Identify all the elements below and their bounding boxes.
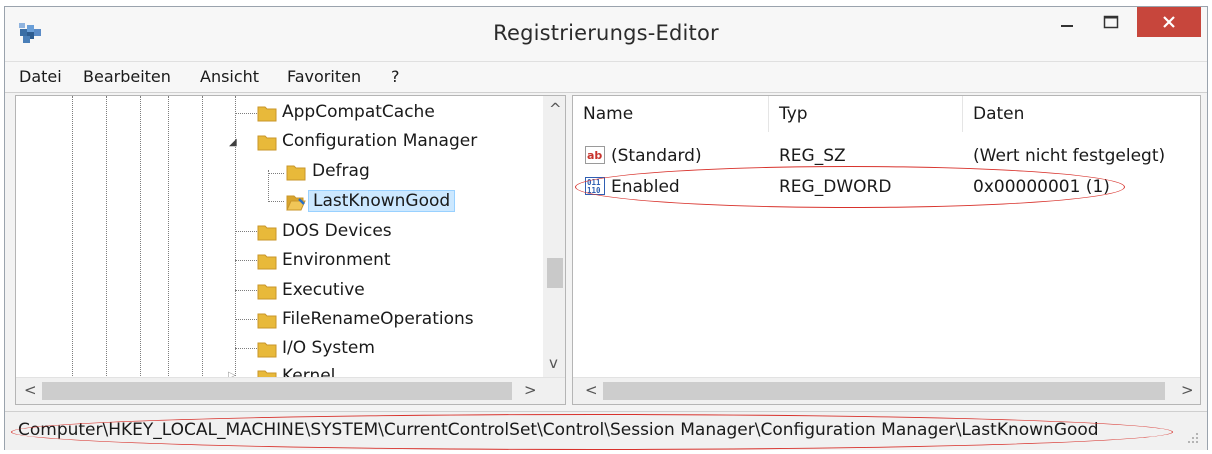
binary-value-icon: 011 110 [585, 177, 605, 195]
tree-horizontal-scrollbar[interactable]: < > [16, 377, 565, 404]
value-data: (Wert nicht festgelegt) [973, 146, 1166, 166]
svg-text:110: 110 [587, 186, 601, 195]
menu-ansicht[interactable]: Ansicht [200, 67, 259, 86]
minimize-button[interactable] [1045, 7, 1089, 37]
folder-icon [257, 106, 277, 122]
column-header-name[interactable]: Name [573, 96, 769, 132]
menu-favoriten[interactable]: Favoriten [287, 67, 361, 86]
folder-icon [257, 342, 277, 358]
folder-icon [257, 225, 277, 241]
tree-item-defrag[interactable]: Defrag [16, 159, 536, 187]
tree-item-kernel[interactable]: ▷ Kernel [16, 364, 536, 378]
key-tree-pane[interactable]: AppCompatCache ◢ Configuration Manager D… [15, 95, 566, 405]
window-title: Registrierungs-Editor [493, 21, 719, 45]
tree-item-lastknowngood[interactable]: LastKnownGood [16, 189, 536, 217]
column-header-type[interactable]: Typ [769, 96, 963, 132]
svg-text:ab: ab [587, 149, 602, 162]
tree-item-label: I/O System [282, 338, 375, 358]
scroll-left-icon[interactable]: < [585, 381, 598, 399]
registry-editor-window: Registrierungs-Editor Datei Bearbeiten A… [4, 6, 1208, 450]
tree-item-label: LastKnownGood [308, 190, 456, 212]
tree-item-label: DOS Devices [282, 221, 392, 241]
folder-icon [257, 313, 277, 329]
menu-bar: Datei Bearbeiten Ansicht Favoriten ? [5, 61, 1207, 93]
string-value-icon: ab [585, 146, 605, 164]
value-name: (Standard) [611, 146, 702, 166]
maximize-button[interactable] [1089, 7, 1133, 37]
folder-icon [286, 165, 306, 181]
folder-icon [257, 284, 277, 300]
close-icon [1163, 16, 1175, 28]
value-row[interactable]: 011 110 Enabled REG_DWORD 0x00000001 (1) [573, 173, 1200, 203]
scroll-down-icon[interactable]: v [549, 354, 558, 372]
folder-open-icon [286, 195, 306, 211]
menu-help[interactable]: ? [391, 67, 400, 86]
tree-item-label: Defrag [312, 161, 370, 181]
tree-item-label: Environment [282, 250, 391, 270]
value-type: REG_DWORD [779, 177, 892, 197]
menu-bearbeiten[interactable]: Bearbeiten [83, 67, 171, 86]
values-list-pane[interactable]: Name Typ Daten ab (Standard) REG_SZ (Wer… [572, 95, 1201, 405]
value-data: 0x00000001 (1) [973, 177, 1110, 197]
tree-item-label: FileRenameOperations [282, 309, 474, 329]
tree-item-appcompatcache[interactable]: AppCompatCache [16, 100, 536, 128]
scroll-up-icon[interactable]: ^ [549, 100, 562, 118]
expand-arrow-icon[interactable]: ◢ [229, 137, 237, 148]
tree-vertical-scrollbar[interactable]: ^ v [543, 96, 565, 378]
list-horizontal-scrollbar[interactable]: < > [573, 377, 1200, 404]
tree-item-dos-devices[interactable]: DOS Devices [16, 219, 536, 247]
scroll-thumb[interactable] [603, 382, 1165, 400]
scroll-thumb[interactable] [42, 382, 512, 400]
resize-grip-icon[interactable] [1187, 432, 1199, 444]
folder-icon [257, 254, 277, 270]
tree-item-configuration-manager[interactable]: ◢ Configuration Manager [16, 129, 536, 157]
scroll-thumb[interactable] [547, 258, 563, 288]
tree-item-environment[interactable]: Environment [16, 248, 536, 276]
list-header: Name Typ Daten [573, 96, 1200, 132]
tree-item-label: Configuration Manager [282, 131, 478, 151]
value-row[interactable]: ab (Standard) REG_SZ (Wert nicht festgel… [573, 142, 1200, 172]
status-bar: Computer\HKEY_LOCAL_MACHINE\SYSTEM\Curre… [5, 411, 1207, 450]
value-type: REG_SZ [779, 146, 846, 166]
title-bar[interactable]: Registrierungs-Editor [5, 7, 1207, 61]
tree-item-executive[interactable]: Executive [16, 278, 536, 306]
key-path: Computer\HKEY_LOCAL_MACHINE\SYSTEM\Curre… [18, 420, 1099, 440]
scroll-left-icon[interactable]: < [24, 381, 37, 399]
scroll-right-icon[interactable]: > [524, 381, 537, 399]
maximize-icon [1103, 15, 1119, 29]
value-name: Enabled [611, 177, 680, 197]
tree-item-label: Executive [282, 280, 365, 300]
scroll-right-icon[interactable]: > [1181, 381, 1194, 399]
tree-item-io-system[interactable]: I/O System [16, 336, 536, 364]
folder-icon [257, 135, 277, 151]
minimize-icon [1061, 25, 1073, 27]
column-header-data[interactable]: Daten [963, 96, 1200, 132]
close-button[interactable] [1137, 7, 1201, 37]
menu-datei[interactable]: Datei [19, 67, 62, 86]
tree-item-label: AppCompatCache [282, 102, 435, 122]
tree-item-filerenameoperations[interactable]: FileRenameOperations [16, 307, 536, 335]
